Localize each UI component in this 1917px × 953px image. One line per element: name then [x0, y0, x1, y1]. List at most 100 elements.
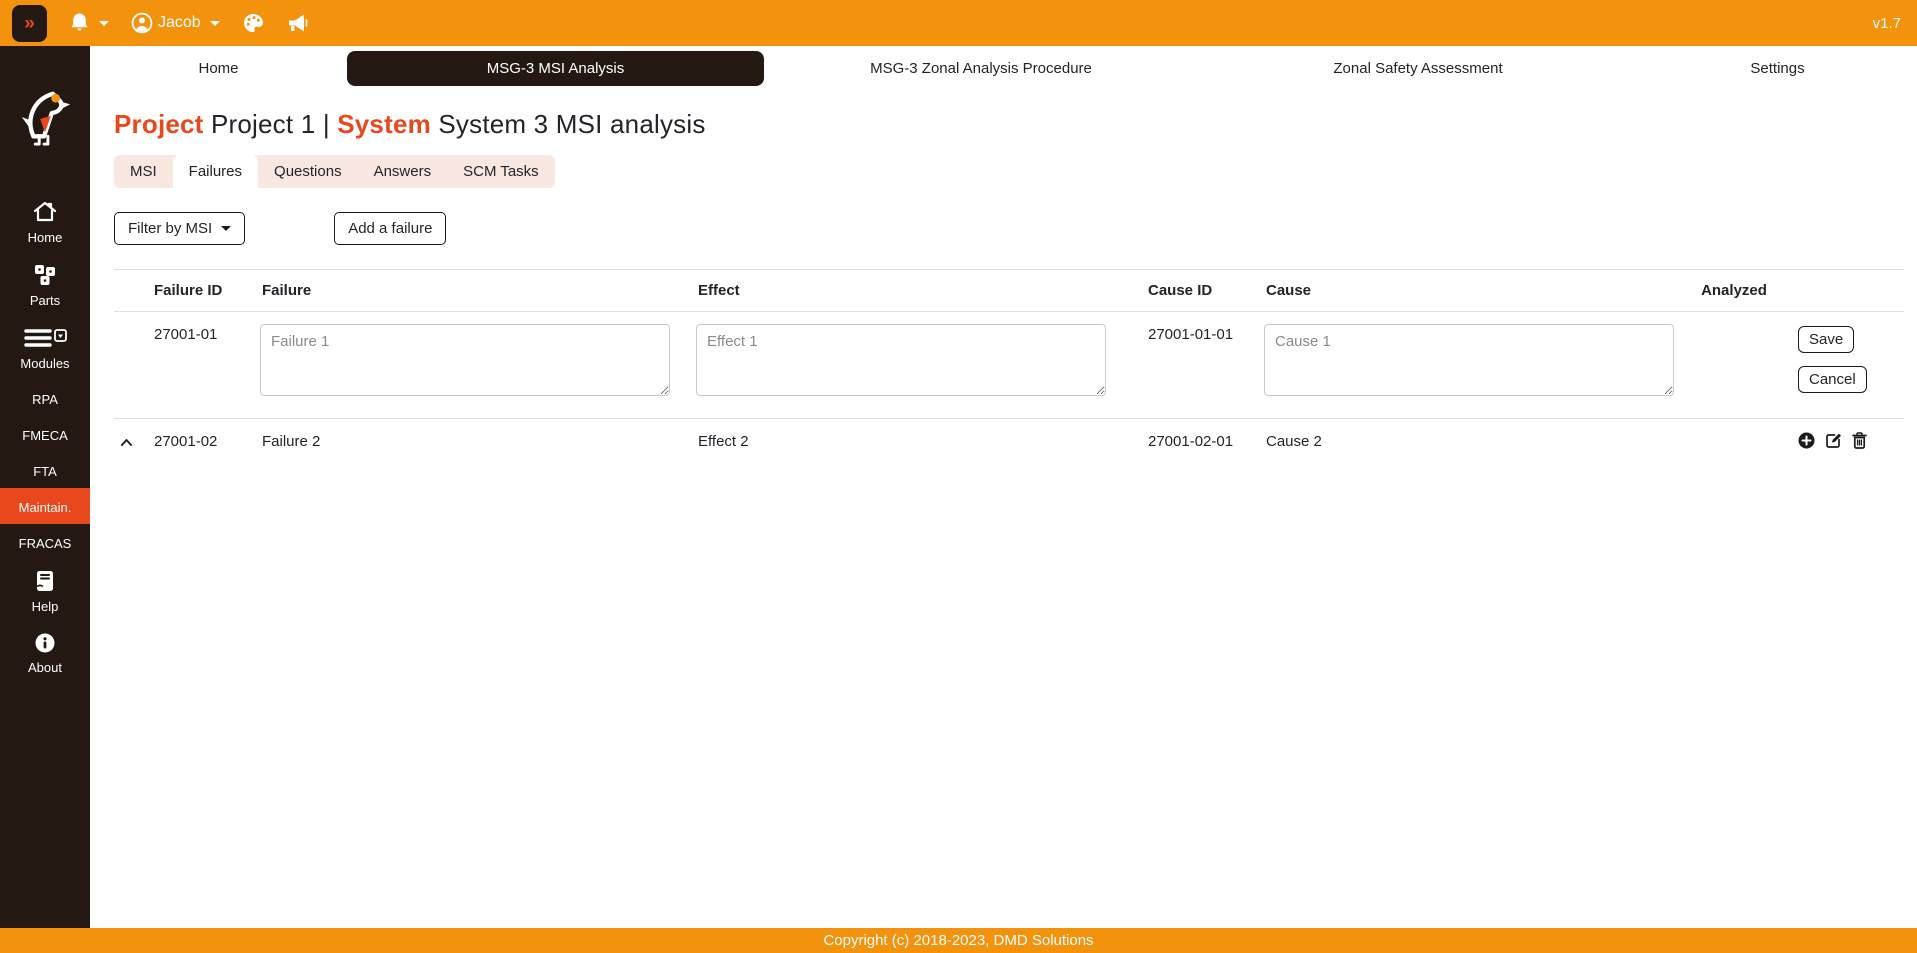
failure-textarea[interactable]: Failure 1 — [260, 324, 670, 396]
add-cause-button[interactable] — [1798, 432, 1815, 452]
parts-icon — [32, 263, 58, 287]
sidebar-item-fmeca[interactable]: FMECA — [0, 416, 90, 452]
table-header-row: Failure ID Failure Effect Cause ID Cause… — [114, 269, 1904, 312]
collapse-toggle[interactable] — [114, 419, 152, 462]
header-actions — [1784, 270, 1904, 311]
system-label: System — [337, 109, 431, 139]
tab-failures[interactable]: Failures — [173, 155, 258, 188]
analyzed-cell — [1684, 419, 1784, 462]
nav-item-home[interactable]: Home — [90, 51, 347, 86]
failure-cell: Failure 1 — [260, 312, 696, 418]
edit-icon — [1825, 432, 1842, 452]
top-bar: » Jacob v1.7 — [0, 0, 1917, 46]
header-spacer — [114, 270, 152, 311]
sidebar-item-label: Parts — [0, 293, 90, 308]
main-content: Home MSG-3 MSI Analysis MSG-3 Zonal Anal… — [90, 46, 1917, 928]
tab-msi[interactable]: MSI — [114, 155, 173, 188]
main-nav: Home MSG-3 MSI Analysis MSG-3 Zonal Anal… — [90, 46, 1917, 90]
cause-id-value: 27001-02-01 — [1146, 419, 1264, 462]
chevron-down-icon — [210, 21, 220, 26]
tab-questions[interactable]: Questions — [258, 155, 358, 188]
user-menu[interactable]: Jacob — [131, 12, 220, 34]
bell-icon — [69, 12, 90, 34]
title-separator: | — [323, 109, 330, 139]
sidebar-item-modules[interactable]: Modules — [0, 317, 90, 380]
effect-cell: Effect 1 — [696, 312, 1146, 418]
save-button[interactable]: Save — [1798, 326, 1854, 353]
sidebar-item-maintain[interactable]: Maintain. — [0, 488, 90, 524]
sidebar-item-rpa[interactable]: RPA — [0, 380, 90, 416]
cancel-button[interactable]: Cancel — [1798, 366, 1867, 393]
trash-icon — [1852, 432, 1867, 452]
sidebar: Home Parts Modules RPA FMECA — [0, 46, 90, 928]
plus-circle-icon — [1798, 432, 1815, 452]
nav-item-zonal-safety-assessment[interactable]: Zonal Safety Assessment — [1198, 51, 1638, 86]
effect-textarea[interactable]: Effect 1 — [696, 324, 1106, 396]
project-label: Project — [114, 109, 204, 139]
sidebar-item-home[interactable]: Home — [0, 191, 90, 254]
sidebar-item-parts[interactable]: Parts — [0, 254, 90, 317]
announcements-button[interactable] — [286, 12, 310, 34]
megaphone-icon — [286, 12, 310, 34]
filter-by-msi-dropdown[interactable]: Filter by MSI — [114, 212, 245, 245]
sidebar-item-label: Home — [0, 230, 90, 245]
header-failure-id: Failure ID — [152, 270, 260, 311]
sidebar-item-label: Help — [0, 599, 90, 614]
book-icon — [34, 569, 56, 593]
sidebar-item-label: FTA — [0, 464, 90, 479]
nav-item-msg3-zonal-analysis[interactable]: MSG-3 Zonal Analysis Procedure — [764, 51, 1198, 86]
footer: Copyright (c) 2018-2023, DMD Solutions — [0, 928, 1917, 953]
sidebar-item-fta[interactable]: FTA — [0, 452, 90, 488]
edit-button[interactable] — [1825, 432, 1842, 452]
app-frame: » Jacob v1.7 — [0, 0, 1917, 953]
header-cause-id: Cause ID — [1146, 270, 1264, 311]
failure-value: Failure 2 — [260, 419, 696, 462]
modules-icon — [23, 326, 67, 350]
chevron-down-icon — [99, 21, 109, 26]
sidebar-item-label: About — [0, 660, 90, 675]
middle-area: Home Parts Modules RPA FMECA — [0, 46, 1917, 928]
row-expand-spacer — [114, 312, 152, 418]
row-actions — [1784, 419, 1904, 462]
add-failure-button[interactable]: Add a failure — [334, 212, 446, 245]
cause-value: Cause 2 — [1264, 419, 1684, 462]
sidebar-item-label: FMECA — [0, 428, 90, 443]
sidebar-item-fracas[interactable]: FRACAS — [0, 524, 90, 560]
failure-id-value: 27001-02 — [152, 419, 260, 462]
user-name: Jacob — [158, 14, 201, 32]
failure-id-value: 27001-01 — [152, 312, 260, 418]
sidebar-item-help[interactable]: Help — [0, 560, 90, 623]
effect-value: Effect 2 — [696, 419, 1146, 462]
nav-item-msg3-msi-analysis[interactable]: MSG-3 MSI Analysis — [347, 51, 764, 86]
copyright-text: Copyright (c) 2018-2023, DMD Solutions — [823, 932, 1093, 949]
palette-icon — [242, 12, 264, 34]
chevron-up-icon — [120, 434, 133, 451]
tab-scm-tasks[interactable]: SCM Tasks — [447, 155, 555, 188]
page-title: Project Project 1 | System System 3 MSI … — [114, 109, 1904, 140]
sidebar-item-label: Maintain. — [0, 500, 90, 515]
cause-textarea[interactable]: Cause 1 — [1264, 324, 1674, 396]
project-name: Project 1 — [211, 109, 315, 139]
delete-button[interactable] — [1852, 432, 1867, 452]
analyzed-cell — [1684, 312, 1784, 418]
system-name: System 3 MSI analysis — [438, 109, 705, 139]
cause-id-value: 27001-01-01 — [1146, 312, 1264, 418]
theme-button[interactable] — [242, 12, 264, 34]
sidebar-item-about[interactable]: About — [0, 623, 90, 684]
nav-item-settings[interactable]: Settings — [1638, 51, 1917, 86]
sidebar-item-label: RPA — [0, 392, 90, 407]
sidebar-item-label: FRACAS — [0, 536, 90, 551]
sidebar-toggle-button[interactable]: » — [12, 5, 47, 42]
tab-answers[interactable]: Answers — [358, 155, 448, 188]
sidebar-item-label: Modules — [0, 356, 90, 371]
sub-tabs: MSI Failures Questions Answers SCM Tasks — [114, 155, 555, 188]
filter-by-msi-label: Filter by MSI — [128, 220, 212, 237]
table-row: 27001-01 Failure 1 Effect 1 27001-01-01 … — [114, 312, 1904, 419]
header-cause: Cause — [1264, 270, 1684, 311]
failures-table: Failure ID Failure Effect Cause ID Cause… — [114, 269, 1904, 462]
user-icon — [131, 12, 153, 34]
cause-cell: Cause 1 — [1264, 312, 1684, 418]
chevron-down-icon — [221, 226, 231, 231]
notifications-menu[interactable] — [69, 12, 109, 34]
header-effect: Effect — [696, 270, 1146, 311]
